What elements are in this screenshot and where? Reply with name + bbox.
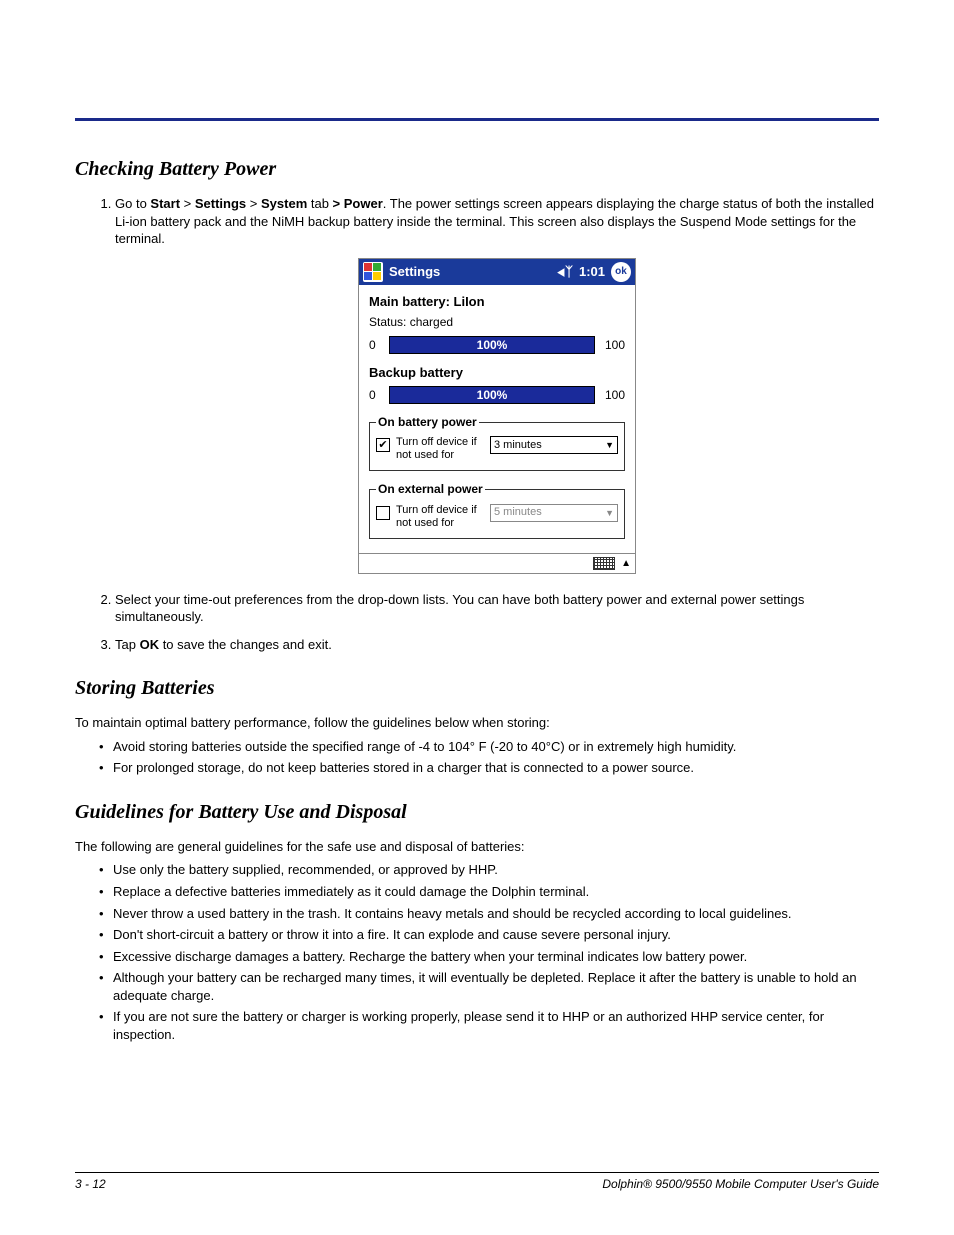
list-item: Although your battery can be recharged m… — [99, 969, 879, 1004]
backup-battery-bar: 100% — [389, 386, 595, 404]
list-item: For prolonged storage, do not keep batte… — [99, 759, 879, 777]
power-settings-screenshot: Settings ◀ᛉ 1:01 ok Main battery: LiIon … — [358, 258, 636, 574]
storing-bullets: Avoid storing batteries outside the spec… — [75, 738, 879, 777]
up-arrow-icon[interactable]: ▲ — [621, 557, 631, 571]
text: Tap — [115, 637, 140, 652]
bold: System — [261, 196, 307, 211]
battery-timeout-dropdown[interactable]: 3 minutes ▼ — [490, 436, 618, 454]
screenshot-container: Settings ◀ᛉ 1:01 ok Main battery: LiIon … — [115, 258, 879, 575]
step-2: Select your time-out preferences from th… — [115, 591, 879, 626]
heading-checking-battery: Checking Battery Power — [75, 158, 879, 181]
step-1: Go to Start > Settings > System tab > Po… — [115, 195, 879, 575]
taskbar: ▲ — [359, 553, 635, 573]
bold: > Power — [333, 196, 383, 211]
speaker-icon[interactable]: ◀ᛉ — [557, 263, 573, 281]
checking-steps: Go to Start > Settings > System tab > Po… — [75, 195, 879, 653]
external-timeout-dropdown[interactable]: 5 minutes ▼ — [490, 504, 618, 522]
list-item: If you are not sure the battery or charg… — [99, 1008, 879, 1043]
text: > — [180, 196, 195, 211]
list-item: Excessive discharge damages a battery. R… — [99, 948, 879, 966]
external-timeout-checkbox[interactable] — [376, 506, 390, 520]
scale-min: 0 — [369, 337, 383, 353]
group-legend: On external power — [376, 481, 485, 497]
status-label: Status: charged — [369, 314, 625, 330]
list-item: Replace a defective batteries immediatel… — [99, 883, 879, 901]
battery-timeout-checkbox[interactable] — [376, 438, 390, 452]
guidelines-bullets: Use only the battery supplied, recommend… — [75, 861, 879, 1043]
ok-button[interactable]: ok — [611, 262, 631, 282]
text: to save the changes and exit. — [159, 637, 332, 652]
titlebar-title: Settings — [389, 263, 440, 281]
bold: Settings — [195, 196, 246, 211]
bold: Start — [150, 196, 180, 211]
bold: OK — [140, 637, 160, 652]
backup-battery-label: Backup battery — [369, 364, 625, 382]
list-item: Never throw a used battery in the trash.… — [99, 905, 879, 923]
chevron-down-icon: ▼ — [605, 439, 614, 451]
list-item: Use only the battery supplied, recommend… — [99, 861, 879, 879]
checkbox-label: Turn off device if not used for — [396, 436, 484, 462]
text: tab — [307, 196, 332, 211]
page-number: 3 - 12 — [75, 1177, 106, 1191]
main-battery-label: Main battery: LiIon — [369, 293, 625, 311]
scale-max: 100 — [601, 337, 625, 353]
text: > — [246, 196, 261, 211]
main-battery-bar-row: 0 100% 100 — [369, 336, 625, 354]
chevron-down-icon: ▼ — [605, 507, 614, 519]
heading-storing-batteries: Storing Batteries — [75, 677, 879, 700]
screenshot-body: Main battery: LiIon Status: charged 0 10… — [359, 285, 635, 553]
list-item: Don't short-circuit a battery or throw i… — [99, 926, 879, 944]
book-title: Dolphin® 9500/9550 Mobile Computer User'… — [602, 1177, 879, 1191]
keyboard-icon[interactable] — [593, 557, 615, 570]
dropdown-value: 5 minutes — [494, 505, 542, 520]
checkbox-label: Turn off device if not used for — [396, 504, 484, 530]
page-footer: 3 - 12 Dolphin® 9500/9550 Mobile Compute… — [75, 1172, 879, 1191]
scale-min: 0 — [369, 387, 383, 403]
list-item: Avoid storing batteries outside the spec… — [99, 738, 879, 756]
windows-logo-icon — [363, 262, 383, 282]
titlebar: Settings ◀ᛉ 1:01 ok — [359, 259, 635, 285]
page-content: Checking Battery Power Go to Start > Set… — [75, 120, 879, 1043]
group-legend: On battery power — [376, 414, 479, 430]
main-battery-bar: 100% — [389, 336, 595, 354]
text: Go to — [115, 196, 150, 211]
clock: 1:01 — [579, 263, 605, 281]
dropdown-value: 3 minutes — [494, 438, 542, 453]
header-rule — [75, 118, 879, 121]
guidelines-intro: The following are general guidelines for… — [75, 838, 879, 856]
on-battery-power-group: On battery power Turn off device if not … — [369, 414, 625, 472]
on-external-power-group: On external power Turn off device if not… — [369, 481, 625, 539]
heading-guidelines: Guidelines for Battery Use and Disposal — [75, 801, 879, 824]
scale-max: 100 — [601, 387, 625, 403]
step-3: Tap OK to save the changes and exit. — [115, 636, 879, 654]
backup-battery-bar-row: 0 100% 100 — [369, 386, 625, 404]
storing-intro: To maintain optimal battery performance,… — [75, 714, 879, 732]
